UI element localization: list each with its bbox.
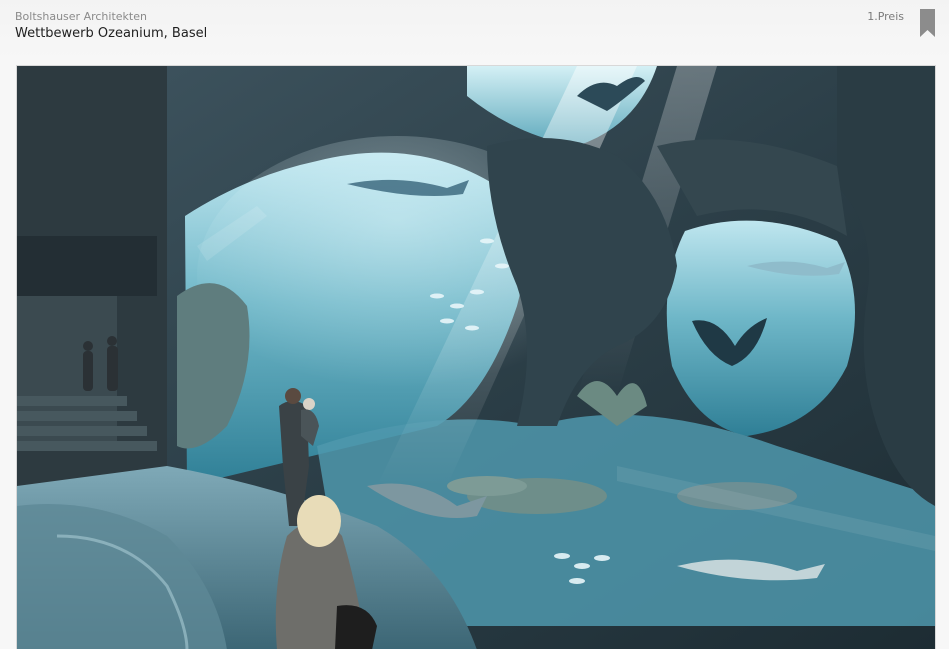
project-title[interactable]: Wettbewerb Ozeanium, Basel <box>15 26 207 41</box>
project-header: Boltshauser Architekten Wettbewerb Ozean… <box>0 0 949 62</box>
project-page: Boltshauser Architekten Wettbewerb Ozean… <box>0 0 949 649</box>
aquarium-rendering <box>17 66 935 649</box>
project-image[interactable] <box>16 65 936 649</box>
architect-name[interactable]: Boltshauser Architekten <box>15 10 147 23</box>
bookmark-icon[interactable] <box>920 9 935 37</box>
award-label: 1.Preis <box>867 10 904 23</box>
